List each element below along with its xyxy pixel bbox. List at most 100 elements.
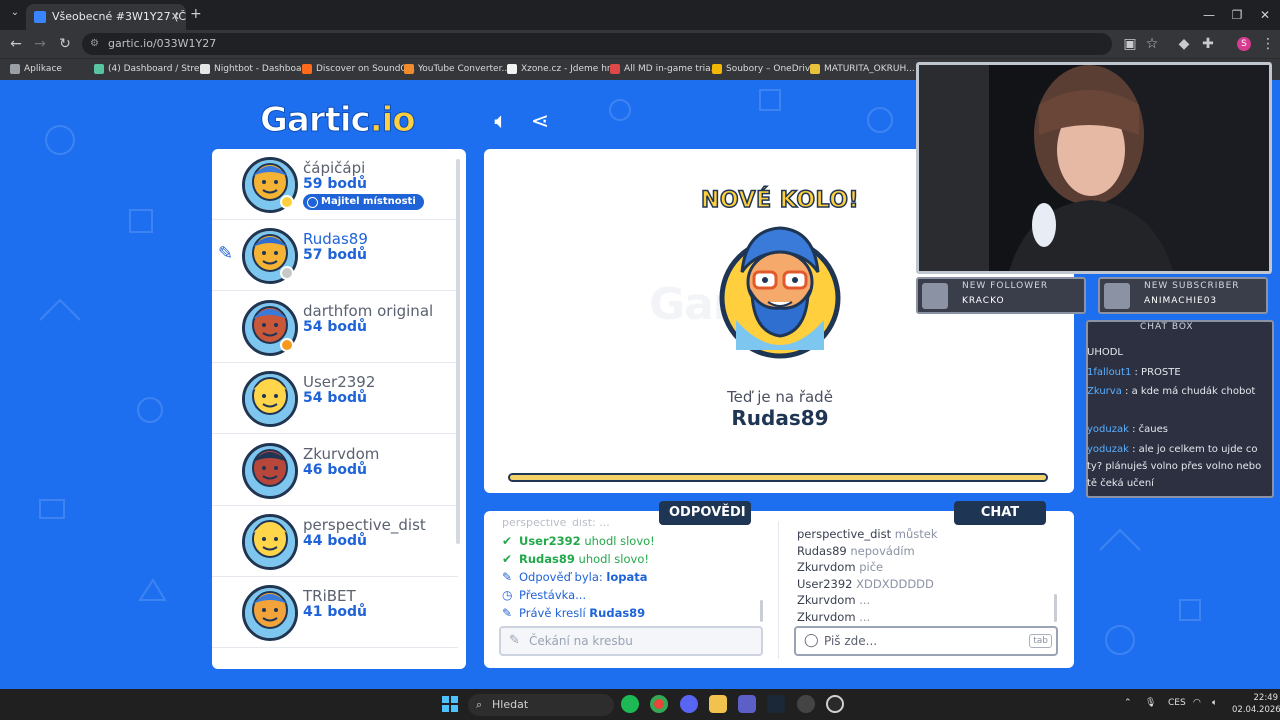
file-explorer-icon[interactable]: [709, 695, 727, 713]
new-tab-icon[interactable]: +: [190, 6, 202, 22]
reload-icon[interactable]: ↻: [55, 34, 75, 54]
bookmark-label: Soubory – OneDrive: [726, 64, 816, 74]
stream-chat-text: : a kde má chudák chobot: [1121, 386, 1256, 397]
gartic-logo[interactable]: Gartic.io: [260, 100, 417, 141]
round-progress-bar: [508, 473, 1048, 482]
spotify-icon[interactable]: [621, 695, 639, 713]
answer-highlight: Rudas89: [589, 606, 646, 620]
bookmark-item[interactable]: (4) Dashboard / Stre...: [94, 60, 208, 78]
chat-placeholder: Piš zde...: [824, 634, 878, 648]
chat-text: ...: [859, 593, 871, 607]
player-row[interactable]: TRiBET 41 bodů: [212, 577, 458, 649]
player-avatar: [242, 371, 298, 428]
chat-user: User2392: [797, 576, 853, 591]
pencil-icon: ✎: [509, 633, 520, 648]
answers-scrollbar[interactable]: [760, 600, 763, 622]
network-icon[interactable]: ◠: [1193, 698, 1201, 708]
stream-chat-line: yoduzak : ale jo celkem to ujde co ty? p…: [1087, 441, 1273, 492]
chrome-icon[interactable]: [650, 695, 668, 713]
taskbar-search[interactable]: ⌕ Hledat: [468, 694, 614, 716]
volume-icon[interactable]: 🔈︎: [1212, 698, 1217, 708]
address-bar[interactable]: ⚙ gartic.io/033W1Y27: [82, 33, 1112, 55]
back-icon[interactable]: ←: [6, 34, 26, 54]
cast-icon[interactable]: ▣: [1120, 34, 1140, 54]
player-points: 41 bodů: [303, 604, 367, 621]
alert-name: ANIMACHIE03: [1144, 296, 1218, 306]
browser-tab[interactable]: Všeobecné #3W1Y27 (Češt ✕: [26, 4, 186, 30]
tab-search-icon[interactable]: ⌄: [8, 7, 22, 21]
answer-text: Přestávka...: [519, 588, 587, 602]
stream-chat-line: Zkurva : a kde má chudák chobot: [1087, 383, 1273, 400]
chat-message: perspective_dist můstek: [797, 526, 938, 542]
menu-kebab-icon[interactable]: ⋮: [1258, 34, 1278, 54]
player-row[interactable]: perspective_dist 44 bodů: [212, 506, 458, 577]
profile-avatar[interactable]: S: [1237, 37, 1251, 51]
answers-tab[interactable]: ODPOVĚDI: [659, 501, 751, 525]
maximize-icon[interactable]: ❐: [1222, 4, 1252, 26]
share-icon[interactable]: ⋖: [526, 108, 554, 136]
answer-entry: ✔ Rudas89 uhodl slovo!: [502, 551, 649, 567]
turn-label: Teď je na řadě: [727, 388, 833, 406]
alert-name: KRACKO: [962, 296, 1005, 306]
chat-input[interactable]: ◯ Piš zde... tab: [794, 626, 1058, 656]
player-list-scrollbar[interactable]: [456, 159, 460, 544]
windows-start-icon[interactable]: [442, 696, 458, 712]
bookmark-item[interactable]: Nightbot - Dashboa...: [200, 60, 310, 78]
chat-scrollbar[interactable]: [1054, 594, 1057, 622]
chat-text: XDDXDDDDD: [856, 576, 934, 591]
chat-user: perspective_dist: [797, 527, 892, 541]
app-icon[interactable]: [826, 695, 844, 713]
player-row[interactable]: Rudas89 57 bodů: [212, 220, 458, 292]
checkmark-icon: ✔: [502, 534, 513, 548]
stream-chat-user: 1fallout1: [1087, 367, 1132, 378]
player-row[interactable]: Zkurvdom 46 bodů: [212, 435, 458, 506]
player-row[interactable]: čápičápi 59 bodů Majitel místnosti: [212, 149, 458, 220]
alert-title: NEW FOLLOWER: [962, 281, 1049, 291]
mic-icon[interactable]: 🎙︎: [1145, 698, 1156, 708]
bookmark-label: Nightbot - Dashboa...: [214, 64, 311, 74]
extension-icon[interactable]: ◆: [1174, 34, 1194, 54]
bookmark-icon: [94, 64, 104, 74]
tray-chevron-icon[interactable]: ⌃: [1124, 698, 1132, 708]
turn-player-name: Rudas89: [731, 406, 829, 430]
extensions-puzzle-icon[interactable]: ✚: [1198, 34, 1218, 54]
clock[interactable]: 22:49 02.04.2026: [1232, 692, 1280, 716]
language-indicator[interactable]: CES: [1168, 698, 1186, 708]
player-list: čápičápi 59 bodů Majitel místnosti Rudas89 5…: [212, 149, 466, 669]
discord-icon[interactable]: [680, 695, 698, 713]
answer-text: Právě kreslí: [519, 606, 590, 620]
sound-icon[interactable]: 🔈︎: [487, 108, 515, 136]
close-window-icon[interactable]: ✕: [1250, 4, 1280, 26]
site-info-icon[interactable]: ⚙: [90, 33, 99, 55]
close-tab-icon[interactable]: ✕: [171, 4, 180, 30]
teams-icon[interactable]: [738, 695, 756, 713]
bookmark-icon: [200, 64, 210, 74]
bookmark-item[interactable]: Discover on SoundC...: [302, 60, 415, 78]
steam-icon[interactable]: [767, 695, 785, 713]
obs-icon[interactable]: [797, 695, 815, 713]
player-row[interactable]: darthfom original 54 bodů: [212, 292, 458, 363]
bookmark-item[interactable]: YouTube Converter...: [404, 60, 510, 78]
bookmark-label: (4) Dashboard / Stre...: [108, 64, 209, 74]
bookmark-star-icon[interactable]: ☆: [1142, 34, 1162, 54]
player-row[interactable]: User2392 54 bodů: [212, 363, 458, 435]
answer-user: Rudas89: [519, 552, 575, 566]
bookmark-item[interactable]: All MD in-game tria...: [610, 60, 719, 78]
forward-icon[interactable]: →: [30, 34, 50, 54]
bookmark-item[interactable]: Aplikace: [10, 60, 62, 78]
answer-input[interactable]: ✎ Čekání na kresbu: [499, 626, 763, 656]
answer-user: User2392: [519, 534, 581, 548]
answer-text: uhodl slovo!: [574, 552, 649, 566]
player-points: 54 bodů: [303, 390, 367, 407]
chat-tab[interactable]: CHAT: [954, 501, 1046, 525]
chat-user: Zkurvdom: [797, 560, 856, 574]
player-name: darthfom original: [303, 301, 434, 320]
chat-box-title: CHAT BOX: [1140, 322, 1194, 332]
bookmark-item[interactable]: Soubory – OneDrive: [712, 60, 816, 78]
bookmark-item[interactable]: Xzone.cz - Jdeme hr...: [507, 60, 618, 78]
stream-chat-line: yoduzak : čaues: [1087, 421, 1273, 438]
checkmark-icon: ✔: [502, 552, 513, 566]
bookmark-item[interactable]: MATURITA_OKRUH...: [810, 60, 915, 78]
stream-chat-user: Zkurva: [1087, 386, 1122, 397]
minimize-icon[interactable]: —: [1194, 4, 1224, 26]
